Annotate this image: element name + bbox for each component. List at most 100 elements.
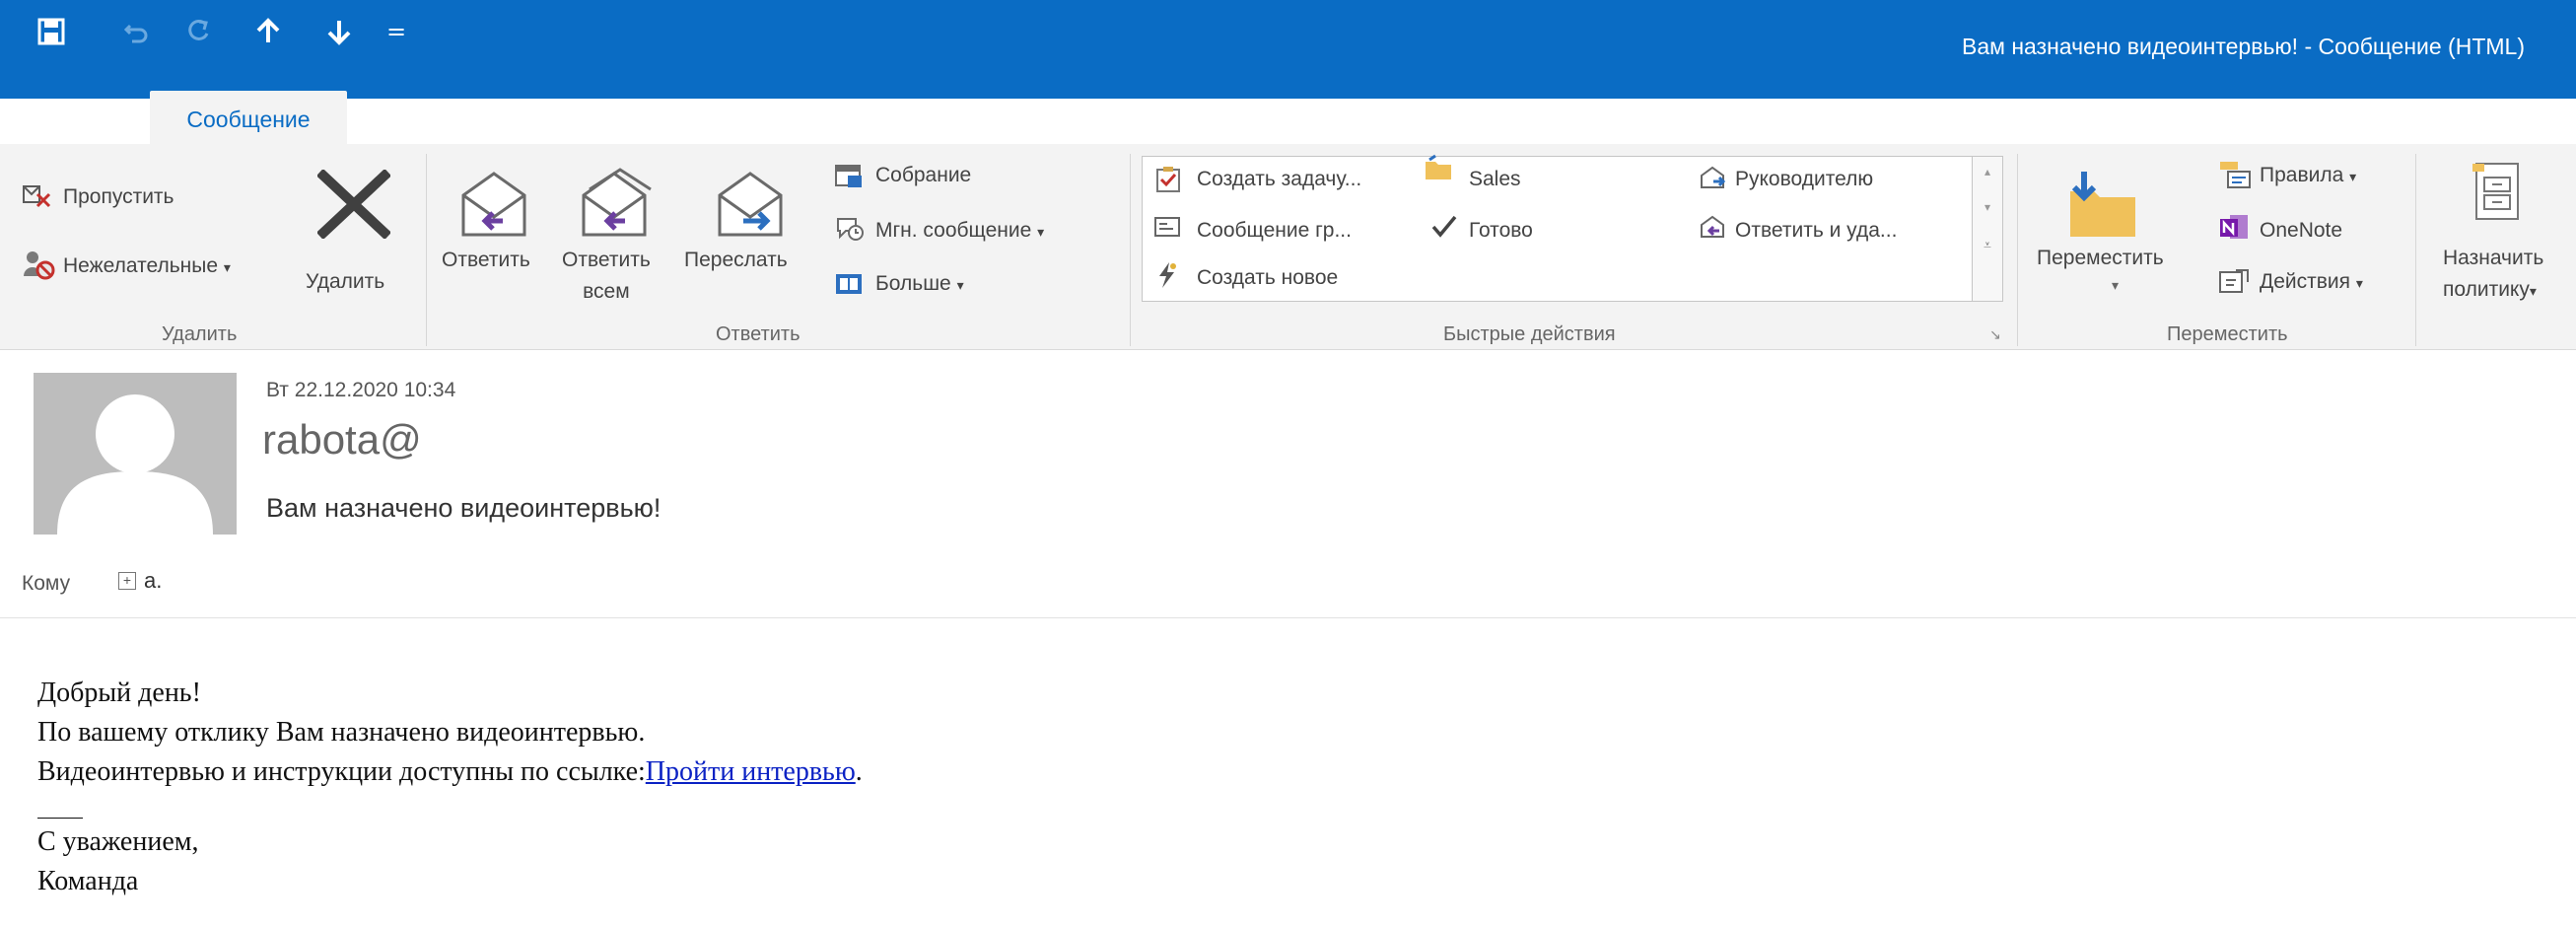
more-label: Больше — [875, 272, 951, 295]
quick-step-done[interactable]: Готово — [1469, 219, 1533, 243]
delete-button[interactable]: Удалить — [306, 270, 384, 294]
ignore-button[interactable]: Пропустить — [63, 185, 174, 209]
quick-step-reply-delete[interactable]: Ответить и уда... — [1735, 219, 1897, 243]
group-name-delete: Удалить — [162, 323, 238, 345]
divider — [426, 154, 427, 346]
rules-label: Правила — [2260, 164, 2344, 186]
body-line-1: По вашему отклику Вам назначено видеоинт… — [37, 717, 646, 748]
message-subject: Вам назначено видеоинтервью! — [266, 493, 661, 523]
group-name-respond: Ответить — [716, 323, 801, 345]
tab-message[interactable]: Сообщение — [150, 91, 347, 144]
interview-link[interactable]: Пройти интервью — [646, 756, 856, 787]
scroll-up-icon[interactable]: ▴ — [1973, 165, 2002, 178]
save-icon[interactable] — [32, 12, 71, 51]
tab-acrobat[interactable]: Acrobat — [394, 99, 472, 142]
divider — [1130, 154, 1131, 346]
chevron-down-icon: ▾ — [1037, 224, 1045, 240]
reply-all-label-2: всем — [583, 280, 630, 303]
onenote-button[interactable]: OneNote — [2260, 219, 2342, 243]
forward-button[interactable]: Переслать — [684, 249, 788, 272]
chevron-down-icon: ▾ — [2529, 283, 2537, 299]
divider — [2415, 154, 2416, 346]
im-label: Мгн. сообщение — [875, 219, 1032, 242]
arrow-up-icon[interactable] — [248, 12, 288, 51]
tab-file[interactable]: Файл — [34, 99, 90, 142]
check-icon — [1429, 213, 1459, 245]
body-line-2-text: Видеоинтервью и инструкции доступны по с… — [37, 756, 646, 787]
meeting-button[interactable]: Собрание — [875, 164, 971, 187]
to-manager-icon — [1698, 164, 1727, 195]
divider — [2017, 154, 2018, 346]
quick-step-sales[interactable]: Sales — [1469, 168, 1521, 191]
tell-me-label: Что вы хотите сделать? — [590, 105, 830, 129]
recipient[interactable]: а. — [144, 568, 162, 594]
expand-gallery-icon[interactable]: ⩡ — [1973, 238, 2002, 253]
actions-label: Действия — [2260, 270, 2351, 293]
title-bar: = Вам назначено видеоинтервью! - Сообщен… — [0, 0, 2576, 99]
team-email-icon — [1153, 215, 1181, 243]
undo-icon[interactable] — [116, 12, 156, 51]
quick-steps-scroller[interactable]: ▴ ▾ ⩡ — [1972, 156, 2003, 302]
junk-button[interactable]: Нежелательные ▾ — [63, 254, 231, 278]
quick-step-team-email[interactable]: Сообщение гр... — [1197, 219, 1352, 243]
quick-step-to-manager[interactable]: Руководителю — [1735, 168, 1873, 191]
folder-icon — [1424, 154, 1453, 185]
arrow-down-icon[interactable] — [319, 12, 359, 51]
junk-icon — [22, 249, 55, 284]
team: Команда — [37, 866, 139, 896]
more-button[interactable]: Больше ▾ — [875, 272, 964, 296]
redo-icon[interactable] — [179, 12, 219, 51]
quick-step-create-new[interactable]: Создать новое — [1197, 266, 1338, 290]
quick-step-create-task[interactable]: Создать задачу... — [1197, 168, 1361, 191]
reply-all-label-1: Ответить — [562, 249, 651, 271]
im-icon — [834, 213, 866, 247]
greeting: Добрый день! — [37, 678, 201, 708]
ignore-icon — [22, 180, 53, 214]
avatar — [34, 373, 237, 535]
task-icon — [1155, 166, 1181, 197]
lightning-icon — [1153, 260, 1179, 294]
reply-all-icon — [576, 168, 653, 245]
chevron-down-icon: ▾ — [956, 277, 964, 293]
reply-all-button[interactable]: Ответить всем — [562, 249, 651, 304]
tell-me-search[interactable]: Что вы хотите сделать? — [558, 103, 829, 132]
delete-x-icon — [315, 168, 392, 243]
qat-customize-icon[interactable]: = — [384, 12, 408, 51]
ribbon: Пропустить Нежелательные ▾ Удалить Удали… — [0, 144, 2576, 350]
chevron-down-icon: ▾ — [2349, 169, 2357, 184]
message-body: Добрый день! По вашему отклику Вам назна… — [37, 674, 863, 901]
sender[interactable]: rabota@ — [262, 416, 422, 464]
junk-label: Нежелательные — [63, 254, 219, 277]
scroll-down-icon[interactable]: ▾ — [1973, 200, 2002, 214]
dialog-launcher-icon[interactable]: ↘ — [1989, 327, 2001, 343]
body-line-2: Видеоинтервью и инструкции доступны по с… — [37, 752, 863, 792]
move-button[interactable]: Переместить — [2037, 247, 2164, 270]
to-label: Кому — [22, 572, 71, 595]
chevron-down-icon: ▾ — [223, 259, 231, 275]
actions-button[interactable]: Действия ▾ — [2260, 270, 2363, 294]
policy-label-1: Назначить — [2443, 247, 2544, 269]
regards: С уважением, — [37, 826, 199, 857]
reply-button[interactable]: Ответить — [442, 249, 530, 272]
expand-icon[interactable]: + — [118, 572, 136, 590]
more-icon — [834, 270, 864, 302]
rules-button[interactable]: Правила ▾ — [2260, 164, 2356, 187]
policy-icon — [2471, 162, 2524, 225]
recipients[interactable]: + а. — [118, 568, 162, 594]
window-title: Вам назначено видеоинтервью! - Сообщение… — [1961, 34, 2525, 59]
signature-rule — [37, 818, 83, 819]
im-button[interactable]: Мгн. сообщение ▾ — [875, 219, 1044, 243]
move-folder-icon — [2064, 168, 2141, 247]
forward-icon — [712, 168, 789, 245]
reply-icon — [455, 168, 532, 245]
assign-policy-button[interactable]: Назначить политику▾ — [2443, 247, 2543, 302]
policy-label-2: политику — [2443, 278, 2530, 301]
rules-icon — [2218, 160, 2252, 193]
chevron-down-icon[interactable]: ▾ — [2112, 278, 2119, 294]
onenote-icon — [2218, 213, 2252, 247]
policy-label-2-wrap: политику▾ — [2443, 278, 2543, 302]
chevron-down-icon: ▾ — [2355, 275, 2363, 291]
body-line-2-end: . — [855, 756, 863, 787]
reply-delete-icon — [1698, 213, 1727, 245]
lightbulb-icon — [559, 103, 579, 129]
